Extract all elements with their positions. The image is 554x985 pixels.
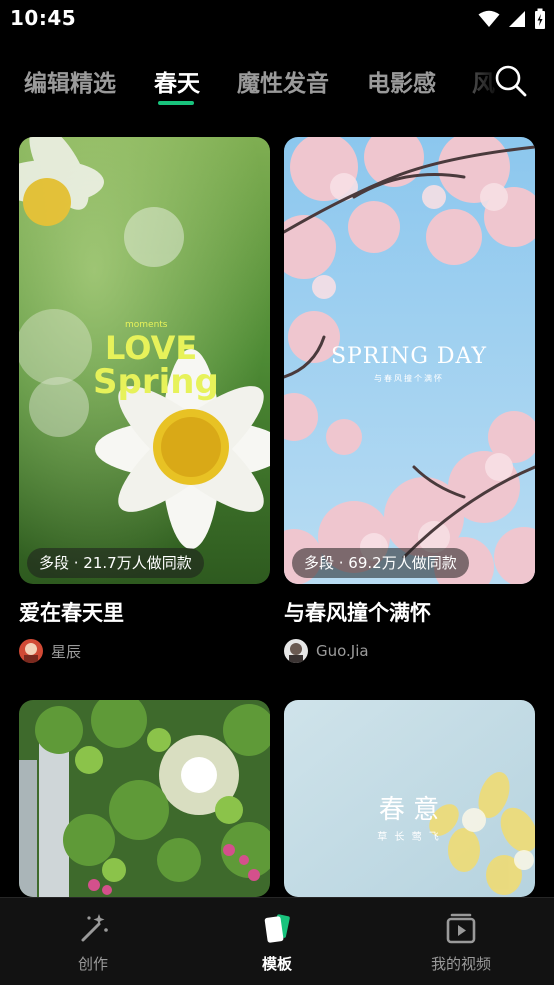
nav-label: 我的视频	[430, 955, 491, 973]
author-row[interactable]: Guo.Jia	[284, 639, 369, 663]
active-tab-indicator	[158, 101, 194, 105]
template-thumbnail[interactable]: moments LOVE Spring	[19, 137, 270, 584]
magic-wand-icon	[81, 914, 108, 942]
nav-label: 创作	[77, 955, 108, 973]
nav-create[interactable]: 创作	[23, 898, 163, 985]
template-icon	[264, 914, 290, 943]
overlay-line-2: Spring	[93, 362, 219, 402]
overlay-title: 春 意	[379, 795, 439, 825]
overlay-subtitle: 草 长 莺 飞	[377, 831, 441, 843]
template-thumbnail[interactable]: SPRING DAY 与春风撞个满怀	[284, 137, 535, 584]
tab-magic-pronunciation[interactable]: 魔性发音	[237, 64, 329, 98]
battery-icon	[535, 8, 545, 29]
author-name[interactable]: 星辰	[51, 641, 81, 662]
status-icons	[478, 8, 546, 30]
avatar[interactable]	[19, 639, 43, 663]
tab-cinematic[interactable]: 电影感	[367, 64, 436, 98]
author-name[interactable]: Guo.Jia	[316, 642, 369, 660]
my-videos-icon	[446, 913, 476, 944]
template-thumbnail[interactable]	[19, 700, 270, 897]
bottom-navigation: 创作 模板 我的视频	[0, 897, 554, 985]
nav-label: 模板	[261, 955, 292, 973]
status-time: 10:45	[10, 6, 77, 30]
status-bar: 10:45	[0, 0, 554, 38]
template-thumbnail[interactable]: 春 意 草 长 莺 飞	[284, 700, 535, 897]
card-title[interactable]: 与春风撞个满怀	[284, 597, 431, 627]
card-title[interactable]: 爱在春天里	[19, 597, 124, 627]
wifi-icon	[478, 10, 500, 27]
cellular-signal-icon	[509, 11, 525, 27]
nav-my-videos[interactable]: 我的视频	[391, 898, 531, 985]
usage-badge: 多段 · 69.2万人做同款	[292, 548, 469, 578]
search-icon[interactable]	[492, 62, 528, 98]
author-row[interactable]: 星辰	[19, 639, 81, 663]
tab-spring[interactable]: 春天	[154, 64, 200, 98]
avatar[interactable]	[284, 639, 308, 663]
tab-editors-picks[interactable]: 编辑精选	[24, 64, 116, 98]
category-tabs: 编辑精选 春天 魔性发音 电影感 风	[0, 54, 554, 106]
overlay-subtitle: 与春风撞个满怀	[374, 373, 444, 383]
overlay-title: SPRING DAY	[331, 344, 487, 369]
nav-templates[interactable]: 模板	[207, 898, 347, 985]
usage-badge: 多段 · 21.7万人做同款	[27, 548, 204, 578]
